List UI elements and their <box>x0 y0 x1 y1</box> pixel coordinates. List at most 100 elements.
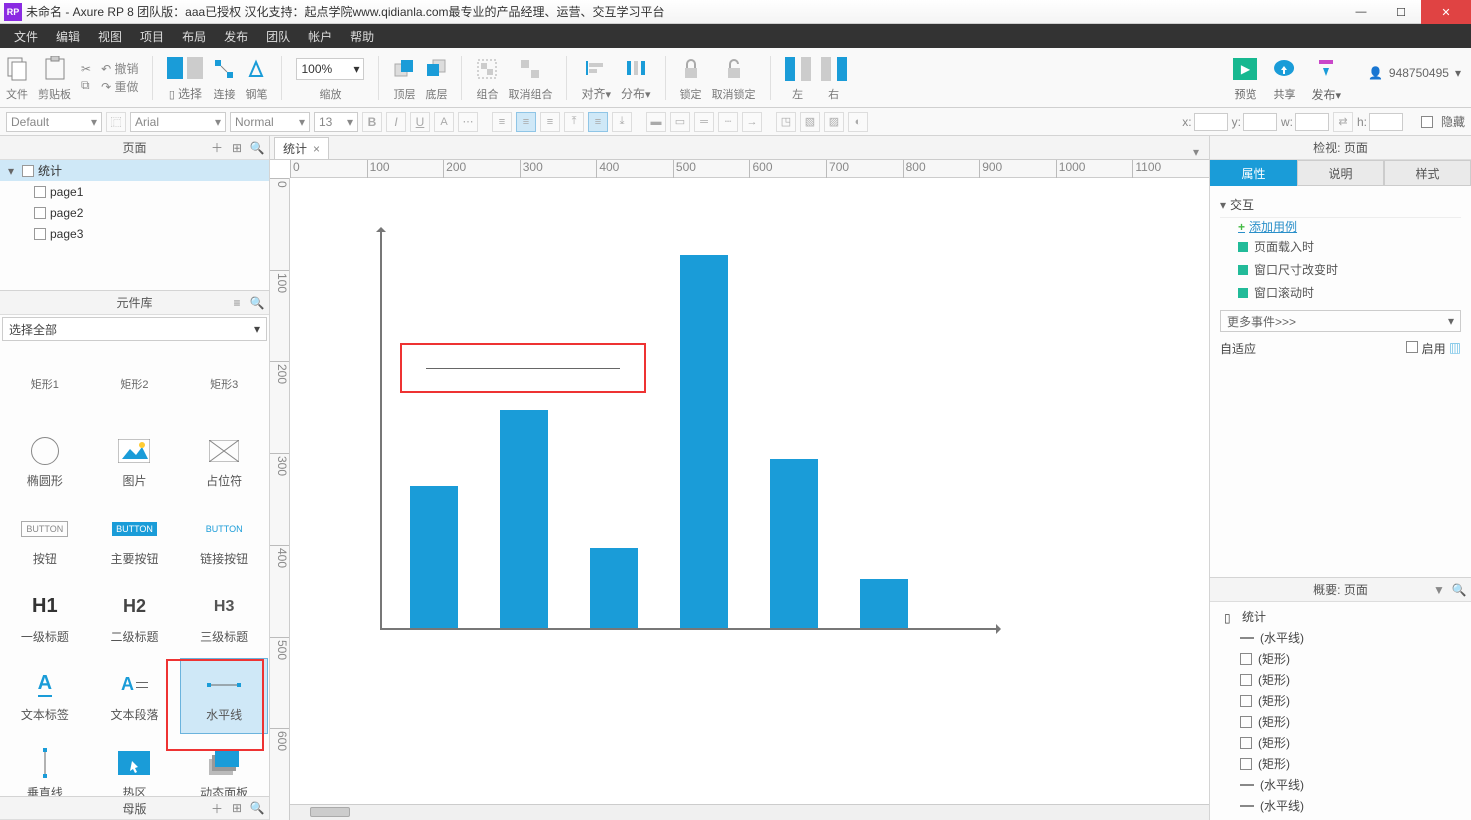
shadow-in-button[interactable]: ▨ <box>824 112 844 132</box>
file-group[interactable]: 文件 <box>6 54 28 102</box>
widget-h1[interactable]: H1一级标题 <box>2 581 88 655</box>
arrow-button[interactable]: → <box>742 112 762 132</box>
italic-button[interactable]: I <box>386 112 406 132</box>
tab-stats[interactable]: 统计× <box>274 137 329 159</box>
more-text-button[interactable]: ⋯ <box>458 112 478 132</box>
event-row[interactable]: 页面载入时 <box>1220 235 1461 258</box>
more-events-select[interactable]: 更多事件>>>▾ <box>1220 310 1461 332</box>
menu-account[interactable]: 帐户 <box>300 26 340 47</box>
outline-row[interactable]: (矩形) <box>1216 753 1465 774</box>
add-master-folder-icon[interactable]: ⊞ <box>229 800 245 816</box>
close-button[interactable]: ✕ <box>1421 0 1471 24</box>
tabs-dropdown-icon[interactable]: ▾ <box>1193 145 1209 159</box>
tab-notes[interactable]: 说明 <box>1297 160 1384 186</box>
valign-top-button[interactable]: ⤒ <box>564 112 584 132</box>
outline-row[interactable]: (矩形) <box>1216 690 1465 711</box>
h-input[interactable] <box>1369 113 1403 131</box>
enable-adaptive-checkbox[interactable] <box>1406 341 1418 353</box>
tab-style[interactable]: 样式 <box>1384 160 1471 186</box>
widget-ellipse[interactable]: 椭圆形 <box>2 425 88 499</box>
bold-button[interactable]: B <box>362 112 382 132</box>
search-masters-icon[interactable]: 🔍 <box>249 800 265 816</box>
send-back[interactable]: 底层 <box>425 54 447 102</box>
weight-select[interactable]: Normal▾ <box>230 112 310 132</box>
outline-row[interactable]: (水平线) <box>1216 795 1465 816</box>
outline-row[interactable]: (矩形) <box>1216 669 1465 690</box>
valign-mid-button[interactable]: ≡ <box>588 112 608 132</box>
widget-h3[interactable]: H3三级标题 <box>181 581 267 655</box>
lock-ratio-icon[interactable]: ⇄ <box>1333 112 1353 132</box>
connect-tool[interactable]: 连接 <box>213 54 235 102</box>
search-lib-icon[interactable]: 🔍 <box>249 295 265 311</box>
library-select[interactable]: 选择全部▾ <box>2 317 267 341</box>
widget-image[interactable]: 图片 <box>92 425 178 499</box>
redo-button[interactable]: ↷ 重做 <box>101 78 138 95</box>
opacity-button[interactable]: ◐ <box>848 112 868 132</box>
cut-icon[interactable]: ✂ <box>81 62 91 76</box>
event-row[interactable]: 窗口滚动时 <box>1220 281 1461 304</box>
close-tab-icon[interactable]: × <box>313 142 320 156</box>
add-page-icon[interactable]: ＋ <box>209 140 225 156</box>
fill-button[interactable]: ▬ <box>646 112 666 132</box>
add-folder-icon[interactable]: ⊞ <box>229 140 245 156</box>
align-right-tool[interactable]: 右 <box>821 54 847 102</box>
distribute-button[interactable]: 分布▾ <box>621 53 651 102</box>
event-row[interactable]: 窗口尺寸改变时 <box>1220 258 1461 281</box>
menu-view[interactable]: 视图 <box>90 26 130 47</box>
page-row[interactable]: page1 <box>0 181 269 202</box>
horizontal-scrollbar[interactable] <box>290 804 1209 820</box>
lib-menu-icon[interactable]: ≡ <box>229 295 245 311</box>
widget-link-button[interactable]: BUTTON链接按钮 <box>181 503 267 577</box>
outline-row[interactable]: ▯统计 <box>1216 606 1465 627</box>
outline-row[interactable]: (矩形) <box>1216 648 1465 669</box>
menu-publish[interactable]: 发布 <box>216 26 256 47</box>
clipboard-group[interactable]: 剪贴板 <box>38 54 71 102</box>
page-row[interactable]: page2 <box>0 202 269 223</box>
shadow-out-button[interactable]: ▧ <box>800 112 820 132</box>
canvas-area[interactable]: 010020030040050060070080090010001100 010… <box>270 160 1209 820</box>
corner-button[interactable]: ◳ <box>776 112 796 132</box>
bar[interactable] <box>500 410 548 628</box>
line-style-button[interactable]: ┄ <box>718 112 738 132</box>
align-left-tool[interactable]: 左 <box>785 54 811 102</box>
widget-paragraph[interactable]: A文本段落 <box>92 659 178 733</box>
bar[interactable] <box>860 579 908 628</box>
line-color-button[interactable]: ▭ <box>670 112 690 132</box>
search-pages-icon[interactable]: 🔍 <box>249 140 265 156</box>
menu-help[interactable]: 帮助 <box>342 26 382 47</box>
bar[interactable] <box>770 459 818 628</box>
ungroup-button[interactable]: 取消组合 <box>508 54 552 102</box>
chart[interactable] <box>380 228 1000 628</box>
outline-row[interactable]: (矩形) <box>1216 711 1465 732</box>
menu-project[interactable]: 项目 <box>132 26 172 47</box>
align-right-button[interactable]: ≡ <box>540 112 560 132</box>
page-row[interactable]: page3 <box>0 223 269 244</box>
widget-rect1[interactable]: 矩形1 <box>2 347 88 421</box>
style-paint-icon[interactable]: ⿸ <box>106 112 126 132</box>
widget-rect3[interactable]: 矩形3 <box>181 347 267 421</box>
add-master-icon[interactable]: ＋ <box>209 800 225 816</box>
lock-button[interactable]: 锁定 <box>680 54 702 102</box>
preview-button[interactable]: ▶预览 <box>1233 54 1257 103</box>
pen-tool[interactable]: 钢笔 <box>245 54 267 102</box>
widget-dynamic-panel[interactable]: 动态面板 <box>181 737 267 796</box>
select-tool[interactable]: ▯ 选择 <box>167 53 203 102</box>
align-button[interactable]: 对齐▾ <box>581 53 611 102</box>
group-button[interactable]: 组合 <box>476 54 498 102</box>
outline-row[interactable]: (矩形) <box>1216 732 1465 753</box>
menu-file[interactable]: 文件 <box>6 26 46 47</box>
filter-outline-icon[interactable]: ▼ <box>1431 582 1447 598</box>
adaptive-settings-icon[interactable]: ▥ <box>1449 342 1461 356</box>
widget-h2[interactable]: H2二级标题 <box>92 581 178 655</box>
font-select[interactable]: Arial▾ <box>130 112 226 132</box>
bar[interactable] <box>590 548 638 628</box>
zoom-group[interactable]: 100%▾缩放 <box>296 54 364 102</box>
minimize-button[interactable]: — <box>1341 0 1381 24</box>
publish-button[interactable]: 发布▾ <box>1311 54 1341 103</box>
copy-icon[interactable]: ⧉ <box>81 78 91 93</box>
widget-hline[interactable]: 水平线 <box>181 659 267 733</box>
widget-hotspot[interactable]: 热区 <box>92 737 178 796</box>
interactions-section[interactable]: 交互 <box>1230 198 1254 212</box>
unlock-button[interactable]: 取消锁定 <box>712 54 756 102</box>
outline-row[interactable]: (水平线) <box>1216 774 1465 795</box>
